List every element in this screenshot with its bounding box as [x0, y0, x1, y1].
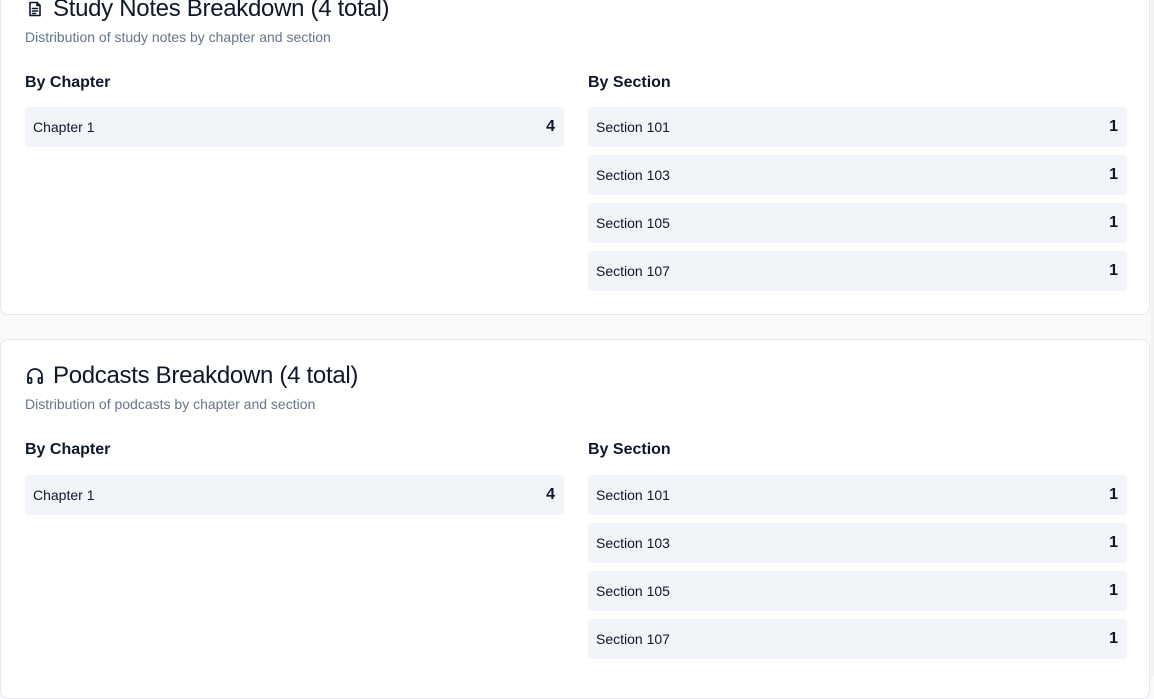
list-item: Section 101 1: [588, 475, 1127, 515]
by-chapter-heading: By Chapter: [25, 74, 111, 91]
list-item: Section 107 1: [588, 251, 1127, 291]
chapter-count: 4: [546, 486, 555, 503]
list-item: Section 103 1: [588, 523, 1127, 563]
list-item: Section 105 1: [588, 571, 1127, 611]
list-item: Section 101 1: [588, 107, 1127, 147]
section-count: 1: [1109, 166, 1118, 183]
section-label: Section 107: [596, 263, 670, 279]
podcasts-title: Podcasts Breakdown (4 total): [25, 362, 358, 390]
headphones-icon: [25, 366, 45, 386]
section-label: Section 107: [596, 631, 670, 647]
by-section-heading: By Section: [588, 441, 671, 458]
section-count: 1: [1109, 486, 1118, 503]
study-notes-card: Study Notes Breakdown (4 total) Distribu…: [0, 0, 1150, 315]
section-label: Section 105: [596, 583, 670, 599]
study-notes-title: Study Notes Breakdown (4 total): [25, 0, 390, 23]
section-label: Section 101: [596, 487, 670, 503]
section-count: 1: [1109, 118, 1118, 135]
list-item: Section 103 1: [588, 155, 1127, 195]
podcasts-subtitle: Distribution of podcasts by chapter and …: [25, 396, 316, 412]
chapter-label: Chapter 1: [33, 487, 95, 503]
list-item: Chapter 1 4: [25, 475, 564, 515]
list-item: Section 105 1: [588, 203, 1127, 243]
document-icon: [25, 0, 45, 19]
section-list: Section 101 1 Section 103 1 Section 105 …: [588, 475, 1127, 667]
chapter-list: Chapter 1 4: [25, 107, 564, 155]
section-count: 1: [1109, 214, 1118, 231]
study-notes-subtitle: Distribution of study notes by chapter a…: [25, 29, 331, 45]
section-count: 1: [1109, 582, 1118, 599]
section-count: 1: [1109, 262, 1118, 279]
section-label: Section 103: [596, 167, 670, 183]
section-list: Section 101 1 Section 103 1 Section 105 …: [588, 107, 1127, 299]
section-label: Section 101: [596, 119, 670, 135]
list-item: Section 107 1: [588, 619, 1127, 659]
list-item: Chapter 1 4: [25, 107, 564, 147]
podcasts-card: Podcasts Breakdown (4 total) Distributio…: [0, 339, 1150, 699]
by-chapter-heading: By Chapter: [25, 441, 111, 458]
chapter-list: Chapter 1 4: [25, 475, 564, 523]
chapter-label: Chapter 1: [33, 119, 95, 135]
section-count: 1: [1109, 630, 1118, 647]
study-notes-title-text: Study Notes Breakdown (4 total): [53, 0, 390, 22]
section-label: Section 103: [596, 535, 670, 551]
section-label: Section 105: [596, 215, 670, 231]
chapter-count: 4: [546, 118, 555, 135]
by-section-heading: By Section: [588, 74, 671, 91]
section-count: 1: [1109, 534, 1118, 551]
podcasts-title-text: Podcasts Breakdown (4 total): [53, 362, 359, 389]
